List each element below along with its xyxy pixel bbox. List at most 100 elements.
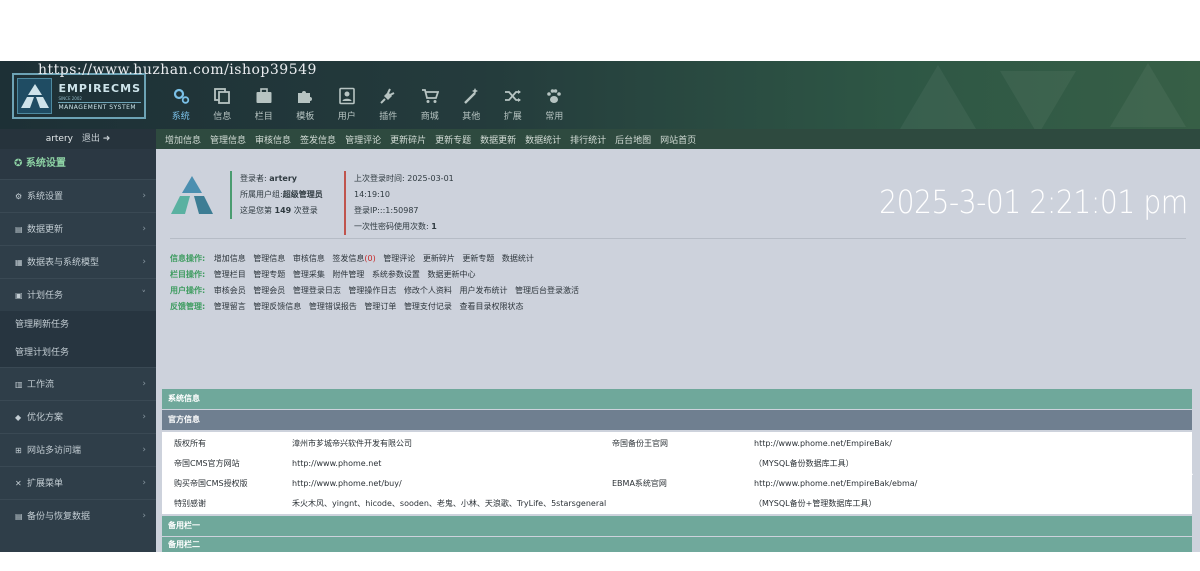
- chevron-right-icon: ›: [142, 478, 146, 488]
- sidebar-item-tables-models[interactable]: ▦ 数据表与系统模型 ›: [0, 245, 156, 278]
- shuffle-icon: [492, 87, 534, 105]
- info-link[interactable]: http://www.phome.net/EmpireBak/: [754, 434, 892, 454]
- sidebar-item-backup[interactable]: ▤ 备份与恢复数据 ›: [0, 499, 156, 532]
- sidebar-heading[interactable]: ✪ 系统设置: [0, 149, 156, 179]
- topnav-user[interactable]: 用户: [326, 87, 368, 122]
- section-spare-two[interactable]: 备用栏二: [162, 537, 1192, 552]
- topnav-extend[interactable]: 扩展: [492, 87, 534, 122]
- database-icon: ▤: [15, 225, 23, 234]
- quick-link[interactable]: 更新专题: [435, 133, 471, 146]
- topnav-column[interactable]: 栏目: [243, 87, 285, 122]
- topnav-common[interactable]: 常用: [534, 87, 576, 122]
- sidebar-item-scheduled-tasks[interactable]: ▣ 计划任务 ˅: [0, 278, 156, 311]
- topnav-info[interactable]: 信息: [202, 87, 244, 122]
- gears-icon: [160, 87, 202, 105]
- sidebar: artery 退出 ➜ ✪ 系统设置 ⚙ 系统设置 › ▤ 数据更新 › ▦ 数据表与系统…: [0, 129, 156, 552]
- op-link[interactable]: 管理操作日志: [348, 286, 396, 295]
- op-link[interactable]: 管理订单: [364, 302, 396, 311]
- op-link[interactable]: 签发信息(0): [332, 254, 375, 263]
- database-icon: ▤: [15, 512, 23, 521]
- chevron-right-icon: ›: [142, 511, 146, 521]
- op-link[interactable]: 管理留言: [214, 302, 246, 311]
- op-link[interactable]: 管理专题: [253, 270, 285, 279]
- info-link[interactable]: http://www.phome.net/buy/: [292, 474, 402, 494]
- admin-app: EMPIRECMS SINCE 2002 MANAGEMENT SYSTEM 系…: [0, 61, 1200, 552]
- quick-link[interactable]: 增加信息: [165, 133, 201, 146]
- quick-link[interactable]: 管理信息: [210, 133, 246, 146]
- sidebar-item-system-settings[interactable]: ⚙ 系统设置 ›: [0, 179, 156, 212]
- topnav-other[interactable]: 其他: [451, 87, 493, 122]
- op-link[interactable]: 管理会员: [253, 286, 285, 295]
- logout-link[interactable]: 退出 ➜: [82, 134, 110, 144]
- op-link[interactable]: 更新专题: [462, 254, 494, 263]
- ops-row-column: 栏目操作: 管理栏目 管理专题 管理采集 附件管理 系统参数设置 数据更新中心: [170, 270, 476, 279]
- op-link[interactable]: 数据更新中心: [427, 270, 475, 279]
- op-link[interactable]: 管理栏目: [214, 270, 246, 279]
- op-link[interactable]: 数据统计: [502, 254, 534, 263]
- section-spare-one[interactable]: 备用栏一: [162, 516, 1192, 536]
- op-link[interactable]: 管理采集: [293, 270, 325, 279]
- op-link[interactable]: 增加信息: [214, 254, 246, 263]
- ops-row-info: 信息操作: 增加信息 管理信息 审核信息 签发信息(0) 管理评论 更新碎片 更…: [170, 254, 534, 263]
- sidebar-subitem-plan-tasks[interactable]: 管理计划任务: [0, 339, 156, 367]
- puzzle-icon: [285, 87, 327, 105]
- triangle-logo-icon: [17, 78, 53, 114]
- quick-link[interactable]: 更新碎片: [390, 133, 426, 146]
- topnav-plugin[interactable]: 插件: [368, 87, 410, 122]
- sidebar-item-multi-access[interactable]: ⊞ 网站多访问端 ›: [0, 433, 156, 466]
- op-link[interactable]: 审核会员: [214, 286, 246, 295]
- op-link[interactable]: 管理信息: [253, 254, 285, 263]
- clock-display: 2025-3-01 2:21:01 pm: [879, 183, 1188, 221]
- quick-link[interactable]: 审核信息: [255, 133, 291, 146]
- quick-link[interactable]: 后台地图: [615, 133, 651, 146]
- section-system-info[interactable]: 系统信息: [162, 389, 1192, 409]
- op-link[interactable]: 管理登录日志: [293, 286, 341, 295]
- quick-link[interactable]: 签发信息: [300, 133, 336, 146]
- quick-link[interactable]: 网站首页: [660, 133, 696, 146]
- login-ip: ::1:50987: [379, 206, 419, 215]
- op-link[interactable]: 用户发布统计: [459, 286, 507, 295]
- topnav-system[interactable]: 系统: [160, 87, 202, 122]
- quick-link[interactable]: 数据更新: [480, 133, 516, 146]
- op-link[interactable]: 附件管理: [332, 270, 364, 279]
- sidebar-item-optimization[interactable]: ◆ 优化方案 ›: [0, 400, 156, 433]
- topnav-template[interactable]: 模板: [285, 87, 327, 122]
- op-link[interactable]: 管理评论: [383, 254, 415, 263]
- powered-by-footer: Powered by EmpireCMS 8.0 © 2002-2025 Emp…: [958, 467, 1194, 478]
- op-link[interactable]: 更新碎片: [423, 254, 455, 263]
- quick-link[interactable]: 数据统计: [525, 133, 561, 146]
- topnav-shop[interactable]: 商城: [409, 87, 451, 122]
- sidebar-item-workflow[interactable]: ▥ 工作流 ›: [0, 367, 156, 400]
- op-link[interactable]: 修改个人资料: [404, 286, 452, 295]
- divider: [170, 238, 1186, 239]
- table-icon: ▦: [15, 258, 23, 267]
- bar-chart-icon: ▥: [15, 380, 23, 389]
- user-group: 超级管理员: [282, 190, 323, 199]
- info-link[interactable]: http://www.phome.net: [292, 454, 381, 474]
- main-content: 登录者: artery 所属用户组:超级管理员 这是您第 149 次登录 上次登…: [156, 149, 1200, 552]
- empirecms-logo[interactable]: EMPIRECMS SINCE 2002 MANAGEMENT SYSTEM: [12, 73, 146, 119]
- chevron-right-icon: ›: [142, 257, 146, 267]
- quick-link[interactable]: 管理评论: [345, 133, 381, 146]
- chevron-down-icon: ˅: [141, 290, 147, 300]
- op-link[interactable]: 管理后台登录激活: [515, 286, 579, 295]
- section-official-info[interactable]: 官方信息: [162, 410, 1192, 430]
- quick-links-bar: 增加信息 管理信息 审核信息 签发信息 管理评论 更新碎片 更新专题 数据更新 …: [156, 129, 1200, 149]
- sidebar-item-data-update[interactable]: ▤ 数据更新 ›: [0, 212, 156, 245]
- op-link[interactable]: 系统参数设置: [372, 270, 420, 279]
- op-link[interactable]: 管理错误报告: [309, 302, 357, 311]
- quick-link[interactable]: 排行统计: [570, 133, 606, 146]
- info-link[interactable]: http://www.phome.net/EmpireBak/ebma/: [754, 474, 917, 494]
- logo-title: EMPIRECMS: [58, 81, 141, 95]
- op-link[interactable]: 管理支付记录: [404, 302, 452, 311]
- cart-icon: [409, 87, 451, 105]
- sidebar-subitem-refresh-tasks[interactable]: 管理刷新任务: [0, 311, 156, 339]
- sitemap-icon: ⊞: [15, 446, 22, 455]
- sidebar-item-extend-menu[interactable]: ✕ 扩展菜单 ›: [0, 466, 156, 499]
- check-circle-icon: ✪: [14, 158, 23, 169]
- op-link[interactable]: 审核信息: [293, 254, 325, 263]
- op-link[interactable]: 管理反馈信息: [253, 302, 301, 311]
- plug-icon: [368, 87, 410, 105]
- op-link[interactable]: 查看目录权限状态: [459, 302, 523, 311]
- user-card-icon: [326, 87, 368, 105]
